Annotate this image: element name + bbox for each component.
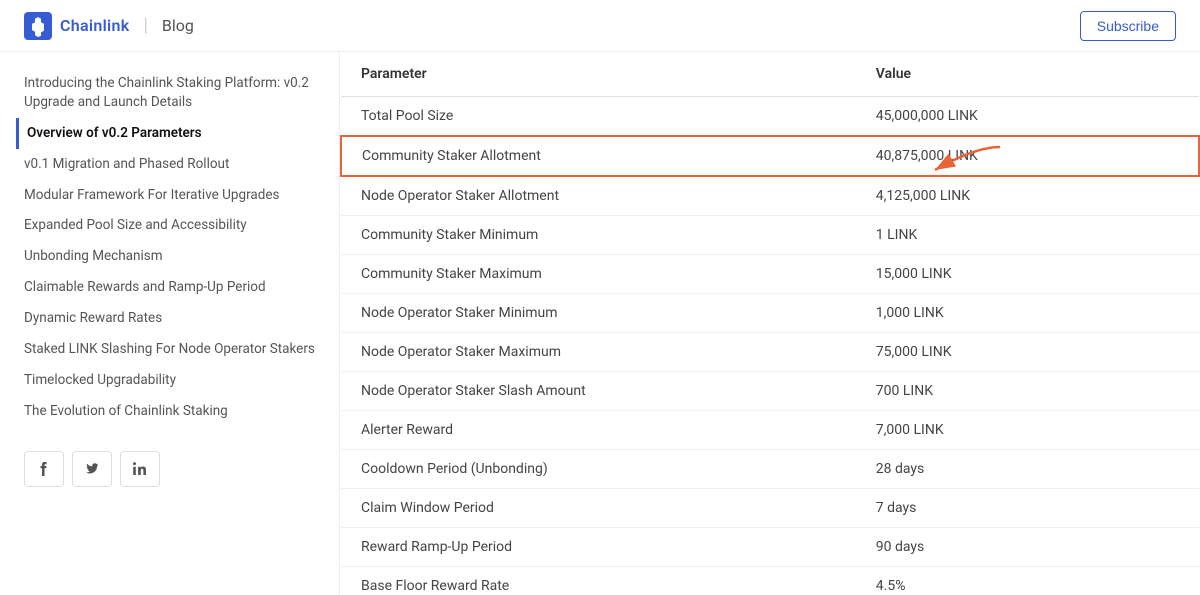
param-value: 15,000 LINK bbox=[856, 255, 1199, 294]
sidebar-item-slashing[interactable]: Staked LINK Slashing For Node Operator S… bbox=[24, 334, 315, 365]
table-row: Community Staker Minimum1 LINK bbox=[341, 216, 1199, 255]
param-value: 4.5% bbox=[856, 567, 1199, 595]
sidebar-item-dynamic[interactable]: Dynamic Reward Rates bbox=[24, 303, 315, 334]
table-row: Total Pool Size45,000,000 LINK bbox=[341, 97, 1199, 137]
table-row: Reward Ramp-Up Period90 days bbox=[341, 528, 1199, 567]
param-value: 7 days bbox=[856, 489, 1199, 528]
blog-label: Blog bbox=[162, 16, 194, 35]
param-name: Node Operator Staker Slash Amount bbox=[341, 372, 856, 411]
chainlink-logo[interactable]: Chainlink bbox=[24, 12, 129, 40]
sidebar-item-overview[interactable]: Overview of v0.2 Parameters bbox=[16, 118, 315, 149]
facebook-button[interactable] bbox=[24, 451, 64, 487]
parameters-table: Parameter Value Total Pool Size45,000,00… bbox=[340, 52, 1200, 595]
header-left: Chainlink | Blog bbox=[24, 12, 194, 40]
sidebar-item-intro[interactable]: Introducing the Chainlink Staking Platfo… bbox=[24, 68, 315, 118]
sidebar-item-expanded[interactable]: Expanded Pool Size and Accessibility bbox=[24, 210, 315, 241]
linkedin-button[interactable] bbox=[120, 451, 160, 487]
param-value: 28 days bbox=[856, 450, 1199, 489]
sidebar-item-timelocked[interactable]: Timelocked Upgradability bbox=[24, 365, 315, 396]
param-value: 7,000 LINK bbox=[856, 411, 1199, 450]
param-name: Node Operator Staker Maximum bbox=[341, 333, 856, 372]
logo-text: Chainlink bbox=[60, 16, 129, 35]
sidebar: Introducing the Chainlink Staking Platfo… bbox=[0, 52, 340, 595]
subscribe-button[interactable]: Subscribe bbox=[1080, 11, 1176, 41]
param-value: 45,000,000 LINK bbox=[856, 97, 1199, 137]
chainlink-icon bbox=[24, 12, 52, 40]
table-row: Node Operator Staker Allotment4,125,000 … bbox=[341, 176, 1199, 216]
main-layout: Introducing the Chainlink Staking Platfo… bbox=[0, 52, 1200, 595]
twitter-icon bbox=[85, 462, 99, 476]
sidebar-item-claimable[interactable]: Claimable Rewards and Ramp-Up Period bbox=[24, 272, 315, 303]
table-row: Node Operator Staker Slash Amount700 LIN… bbox=[341, 372, 1199, 411]
param-value: 1,000 LINK bbox=[856, 294, 1199, 333]
param-name: Alerter Reward bbox=[341, 411, 856, 450]
col-value: Value bbox=[856, 52, 1199, 97]
param-name: Node Operator Staker Minimum bbox=[341, 294, 856, 333]
table-row: Claim Window Period7 days bbox=[341, 489, 1199, 528]
param-name: Cooldown Period (Unbonding) bbox=[341, 450, 856, 489]
param-name: Claim Window Period bbox=[341, 489, 856, 528]
table-row: Cooldown Period (Unbonding)28 days bbox=[341, 450, 1199, 489]
content-area: Parameter Value Total Pool Size45,000,00… bbox=[340, 52, 1200, 595]
param-name: Community Staker Maximum bbox=[341, 255, 856, 294]
param-value: 1 LINK bbox=[856, 216, 1199, 255]
table-row: Community Staker Allotment40,875,000 LIN… bbox=[341, 136, 1199, 176]
param-name: Community Staker Minimum bbox=[341, 216, 856, 255]
param-value: 40,875,000 LINK bbox=[856, 136, 1199, 176]
header: Chainlink | Blog Subscribe bbox=[0, 0, 1200, 52]
logo-separator: | bbox=[143, 15, 147, 36]
sidebar-item-migration[interactable]: v0.1 Migration and Phased Rollout bbox=[24, 149, 315, 180]
sidebar-item-modular[interactable]: Modular Framework For Iterative Upgrades bbox=[24, 180, 315, 211]
param-value: 75,000 LINK bbox=[856, 333, 1199, 372]
param-value: 700 LINK bbox=[856, 372, 1199, 411]
table-row: Alerter Reward7,000 LINK bbox=[341, 411, 1199, 450]
table-row: Node Operator Staker Minimum1,000 LINK bbox=[341, 294, 1199, 333]
param-value: 4,125,000 LINK bbox=[856, 176, 1199, 216]
param-name: Reward Ramp-Up Period bbox=[341, 528, 856, 567]
facebook-icon bbox=[37, 462, 51, 476]
sidebar-item-evolution[interactable]: The Evolution of Chainlink Staking bbox=[24, 396, 315, 427]
sidebar-item-unbonding[interactable]: Unbonding Mechanism bbox=[24, 241, 315, 272]
param-name: Node Operator Staker Allotment bbox=[341, 176, 856, 216]
social-links bbox=[24, 443, 315, 487]
param-value: 90 days bbox=[856, 528, 1199, 567]
twitter-button[interactable] bbox=[72, 451, 112, 487]
linkedin-icon bbox=[133, 462, 147, 476]
table-row: Node Operator Staker Maximum75,000 LINK bbox=[341, 333, 1199, 372]
param-name: Community Staker Allotment bbox=[341, 136, 856, 176]
param-name: Total Pool Size bbox=[341, 97, 856, 137]
col-parameter: Parameter bbox=[341, 52, 856, 97]
table-row: Base Floor Reward Rate4.5% bbox=[341, 567, 1199, 595]
table-row: Community Staker Maximum15,000 LINK bbox=[341, 255, 1199, 294]
param-name: Base Floor Reward Rate bbox=[341, 567, 856, 595]
